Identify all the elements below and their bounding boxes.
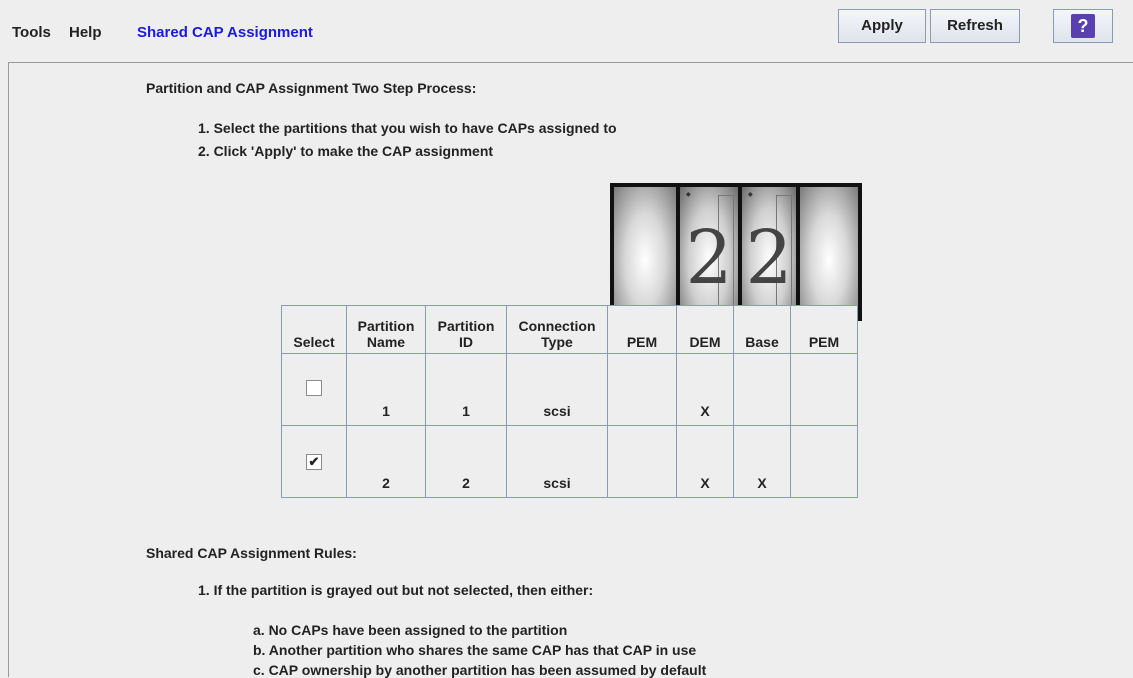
dem-module-number: 2 <box>685 215 733 301</box>
rules-heading: Shared CAP Assignment Rules: <box>146 545 357 561</box>
process-heading: Partition and CAP Assignment Two Step Pr… <box>146 80 477 96</box>
pem-right-cell <box>790 353 858 426</box>
base-cell: X <box>733 425 791 498</box>
select-checkbox[interactable]: ✔ <box>306 454 322 470</box>
header-text: Type <box>541 334 573 350</box>
base-module-number: 2 <box>745 215 793 301</box>
partition-id-cell: 2 <box>425 425 507 498</box>
pem-left-cell <box>607 425 677 498</box>
table-row: 1 1 scsi X <box>281 353 858 426</box>
rule-1c: c. CAP ownership by another partition ha… <box>253 662 707 678</box>
menu-help[interactable]: Help <box>69 24 102 41</box>
rule-1: 1. If the partition is grayed out but no… <box>198 582 594 598</box>
top-toolbar: Tools Help Shared CAP Assignment Apply R… <box>0 0 1133 62</box>
table-row: ✔ 2 2 scsi X X <box>281 425 858 498</box>
col-connection-type: Connection Type <box>506 305 608 354</box>
content-panel: Partition and CAP Assignment Two Step Pr… <box>8 62 1133 678</box>
refresh-button[interactable]: Refresh <box>930 9 1020 43</box>
step-2: 2. Click 'Apply' to make the CAP assignm… <box>198 143 494 159</box>
pem-cabinet-left <box>614 187 676 319</box>
partition-name-cell: 1 <box>346 353 426 426</box>
rule-1a: a. No CAPs have been assigned to the par… <box>253 622 568 638</box>
menu-tools[interactable]: Tools <box>12 24 51 41</box>
header-text: Partition <box>357 318 415 334</box>
partition-table: Select Partition Name Partition ID Connect… <box>281 305 858 498</box>
pem-cabinet-right <box>800 187 858 319</box>
library-image: ◆ 2 ◆ 2 <box>610 183 862 321</box>
header-text: Partition <box>437 318 495 334</box>
page-title-link[interactable]: Shared CAP Assignment <box>137 24 313 41</box>
pem-right-cell <box>790 425 858 498</box>
col-pem-left: PEM <box>607 305 677 354</box>
step-1: 1. Select the partitions that you wish t… <box>198 120 617 136</box>
header-text: ID <box>459 334 473 350</box>
dem-cabinet: ◆ 2 <box>680 187 738 319</box>
connection-type-cell: scsi <box>506 425 608 498</box>
dem-cell: X <box>676 353 734 426</box>
table-header-row: Select Partition Name Partition ID Connect… <box>281 305 858 354</box>
dem-cell: X <box>676 425 734 498</box>
connection-type-cell: scsi <box>506 353 608 426</box>
help-button[interactable]: ? <box>1053 9 1113 43</box>
base-cabinet: ◆ 2 <box>742 187 796 319</box>
pem-left-cell <box>607 353 677 426</box>
col-base: Base <box>733 305 791 354</box>
col-partition-id: Partition ID <box>425 305 507 354</box>
col-pem-right: PEM <box>790 305 858 354</box>
col-select: Select <box>281 305 347 354</box>
col-dem: DEM <box>676 305 734 354</box>
partition-name-cell: 2 <box>346 425 426 498</box>
header-text: Name <box>366 334 406 350</box>
select-checkbox[interactable] <box>306 380 322 396</box>
header-text: Connection <box>518 318 596 334</box>
select-cell: ✔ <box>281 425 347 498</box>
select-cell <box>281 353 347 426</box>
cabinet-logo: ◆ <box>748 192 753 198</box>
rule-1b: b. Another partition who shares the same… <box>253 642 697 658</box>
col-partition-name: Partition Name <box>346 305 426 354</box>
apply-button[interactable]: Apply <box>838 9 926 43</box>
cabinet-logo: ◆ <box>686 192 691 198</box>
help-icon: ? <box>1071 14 1095 38</box>
base-cell <box>733 353 791 426</box>
partition-id-cell: 1 <box>425 353 507 426</box>
